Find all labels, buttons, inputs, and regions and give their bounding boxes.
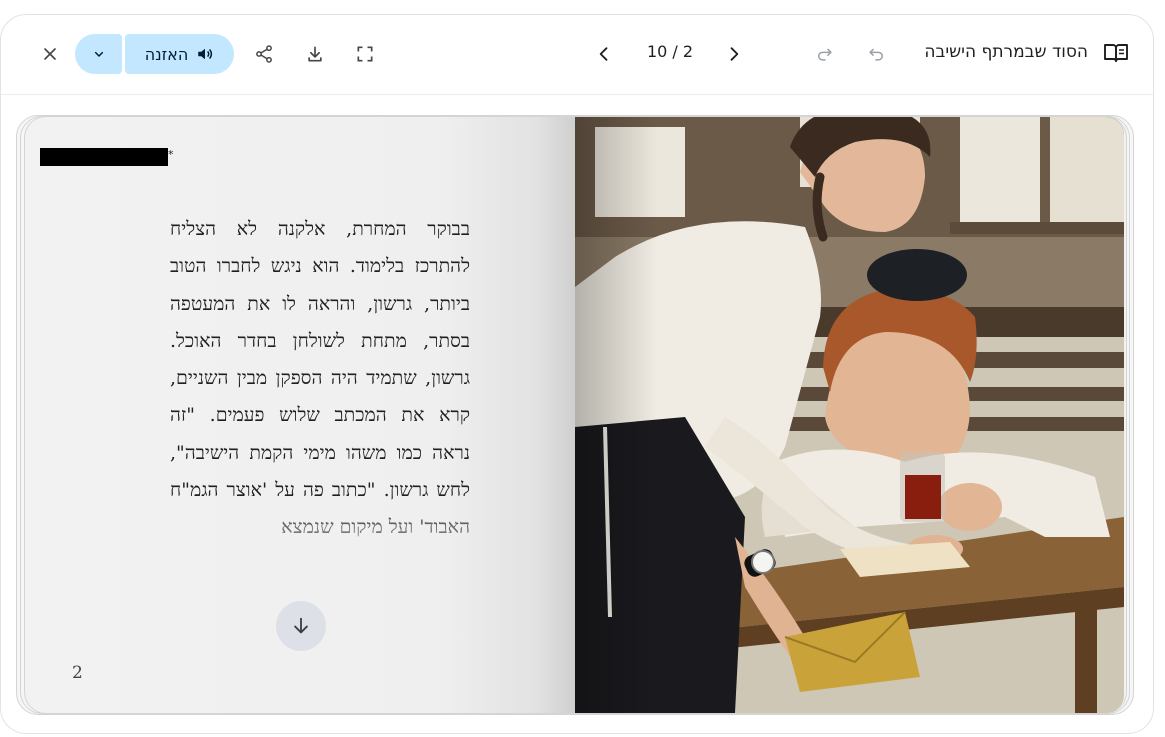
share-icon bbox=[256, 45, 272, 63]
next-page-button[interactable] bbox=[716, 36, 752, 72]
listen-label: האזנה bbox=[144, 44, 189, 64]
story-text: בבוקר המחרת, אלקנה לא הצליח להתרכז בלימו… bbox=[170, 218, 470, 539]
redo-button[interactable] bbox=[807, 36, 843, 72]
listen-button[interactable]: האזנה bbox=[125, 34, 234, 74]
share-button[interactable] bbox=[246, 36, 282, 72]
chevron-right-icon bbox=[730, 47, 739, 61]
close-button[interactable] bbox=[32, 36, 68, 72]
close-icon bbox=[44, 48, 56, 60]
page-counter: 10 / 2 bbox=[646, 42, 694, 61]
redo-icon bbox=[818, 48, 832, 61]
volume-icon bbox=[198, 48, 213, 60]
undo-icon bbox=[869, 48, 883, 61]
toolbar: האזנה 10 / 2 הסוד שבמרתף הישיבה bbox=[1, 15, 1153, 95]
book-viewer: האזנה 10 / 2 הסוד שבמרתף הישיבה * בבוקר … bbox=[0, 14, 1154, 734]
fullscreen-button[interactable] bbox=[347, 36, 383, 72]
book-title: הסוד שבמרתף הישיבה bbox=[924, 42, 1088, 62]
chevron-left-icon bbox=[599, 47, 608, 61]
scroll-down-button[interactable] bbox=[276, 601, 326, 651]
redacted-block bbox=[40, 148, 168, 166]
download-button[interactable] bbox=[297, 36, 333, 72]
book-spread: * בבוקר המחרת, אלקנה לא הצליח להתרכז בלי… bbox=[16, 115, 1134, 715]
listen-options-button[interactable] bbox=[75, 34, 122, 74]
undo-button[interactable] bbox=[858, 36, 894, 72]
arrow-down-icon bbox=[294, 617, 308, 634]
illustration-image bbox=[575, 117, 1124, 713]
page-number: 2 bbox=[72, 663, 83, 683]
book-icon bbox=[1104, 44, 1128, 62]
text-page: * בבוקר המחרת, אלקנה לא הצליח להתרכז בלי… bbox=[30, 117, 575, 713]
download-icon bbox=[308, 46, 322, 62]
previous-page-button[interactable] bbox=[586, 36, 622, 72]
redacted-mark: * bbox=[168, 148, 174, 161]
fullscreen-icon bbox=[357, 46, 373, 62]
chevron-down-icon bbox=[94, 51, 103, 57]
listen-control: האזנה bbox=[75, 34, 234, 74]
